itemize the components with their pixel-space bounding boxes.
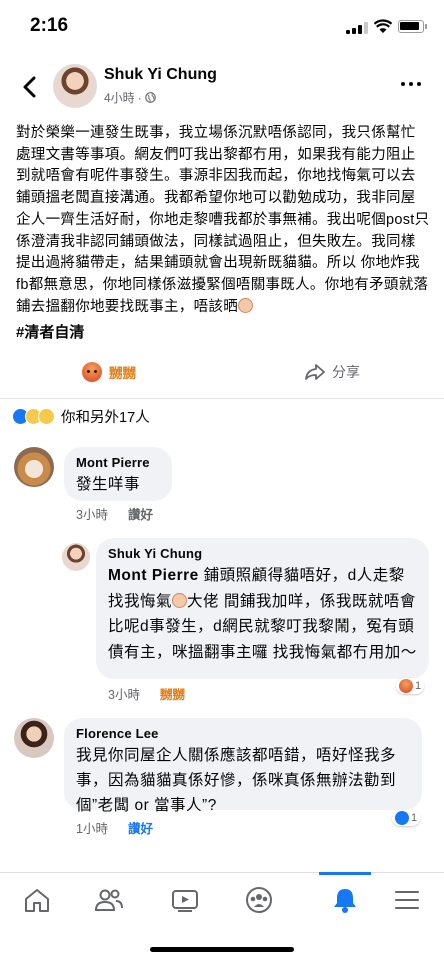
post-meta: 4小時 · xyxy=(104,89,156,106)
commenter-avatar[interactable] xyxy=(14,718,54,758)
angry-reaction-button[interactable]: 嬲嬲 xyxy=(82,362,136,382)
back-button[interactable] xyxy=(14,72,44,102)
reply-bubble: Shuk Yi Chung Mont Pierre 鋪頭照顧得貓唔好，d人走黎找… xyxy=(96,538,429,679)
comment-bubble: Mont Pierre 發生咩事 xyxy=(64,447,172,501)
angry-reaction-icon xyxy=(399,679,413,693)
groups-icon[interactable] xyxy=(241,885,277,915)
friends-icon[interactable] xyxy=(91,885,127,915)
commenter-avatar[interactable] xyxy=(14,447,54,487)
comment-meta: 1小時 讚好 xyxy=(76,818,153,837)
post-body-text: 對於榮樂一連發生既事，我立場係沉默唔係認同，我只係幫忙處理文書等事項。網友們叮我… xyxy=(16,125,430,315)
reply-reaction-count: 1 xyxy=(415,680,422,692)
angry-label: 嬲嬲 xyxy=(109,366,136,381)
like-reaction-icon xyxy=(395,811,409,825)
share-arrow-icon xyxy=(305,364,325,380)
meta-separator: · xyxy=(137,90,142,105)
like-comment-button[interactable]: 讚好 xyxy=(128,818,153,837)
comment-reaction-badge[interactable]: 1 xyxy=(392,810,421,826)
comment-text: 我見你同屋企人關係應該都唔錯，唔好怪我多事，因為貓貓真係好慘，係咪真係無辦法勸到… xyxy=(76,747,397,814)
cellular-signal-icon xyxy=(346,22,368,34)
like-comment-button[interactable]: 讚好 xyxy=(128,504,153,523)
angry-face-icon xyxy=(82,362,102,382)
hashtag-link[interactable]: #清者自清 xyxy=(16,321,84,342)
comment-bubble: Florence Lee 我見你同屋企人關係應該都唔錯，唔好怪我多事，因為貓貓真… xyxy=(64,718,422,814)
home-icon[interactable] xyxy=(19,885,55,915)
more-options-button[interactable] xyxy=(394,72,428,96)
comment-text: 發生咩事 xyxy=(76,476,141,493)
menu-icon[interactable] xyxy=(389,885,425,915)
battery-icon xyxy=(398,20,427,33)
reply-reaction-badge[interactable]: 1 xyxy=(396,678,425,694)
woman-emoji-icon xyxy=(238,297,253,313)
comment-meta: 3小時 讚好 xyxy=(76,504,153,523)
status-bar: 2:16 xyxy=(0,0,444,52)
post-time[interactable]: 4小時 xyxy=(104,89,135,106)
reaction-summary-text: 你和另外17人 xyxy=(61,410,150,426)
active-tab-indicator xyxy=(319,872,371,875)
post-body: 對於榮樂一連發生既事，我立場係沉默唔係認同，我只係幫忙處理文書等事項。網友們叮我… xyxy=(16,123,430,318)
author-avatar[interactable] xyxy=(53,64,97,108)
notifications-icon[interactable] xyxy=(327,885,363,915)
reply-author[interactable]: Shuk Yi Chung xyxy=(108,546,417,561)
status-time: 2:16 xyxy=(30,15,69,36)
mention-link[interactable]: Mont Pierre xyxy=(108,567,199,584)
sad-icon xyxy=(38,408,55,425)
reply-text: Mont Pierre 鋪頭照顧得貓唔好，d人走黎找我悔氣 大佬 間鋪我加咩，係我… xyxy=(108,563,417,665)
share-button[interactable]: 分享 xyxy=(304,362,360,382)
home-indicator xyxy=(150,947,294,952)
author-name[interactable]: Shuk Yi Chung xyxy=(104,66,217,84)
reaction-summary[interactable]: 你和另外17人 xyxy=(12,406,150,427)
chevron-left-icon xyxy=(23,76,36,98)
reply-reaction-button[interactable]: 嬲嬲 xyxy=(160,684,185,703)
reply-meta: 3小時 嬲嬲 xyxy=(108,684,185,703)
comment-time: 1小時 xyxy=(76,822,108,836)
globe-icon xyxy=(144,92,156,103)
post-action-bar: 嬲嬲 分享 xyxy=(0,356,444,394)
comment-reaction-count: 1 xyxy=(411,812,418,824)
watch-icon[interactable] xyxy=(167,885,203,915)
comment-author[interactable]: Florence Lee xyxy=(76,726,410,741)
woman-emoji-icon xyxy=(172,592,188,608)
reply-avatar[interactable] xyxy=(62,543,90,571)
post-header: Shuk Yi Chung 4小時 · xyxy=(0,58,444,116)
reply-time: 3小時 xyxy=(108,688,140,702)
comment-author[interactable]: Mont Pierre xyxy=(76,455,160,470)
comment-time: 3小時 xyxy=(76,508,108,522)
divider xyxy=(0,398,444,399)
share-label: 分享 xyxy=(332,364,360,380)
wifi-icon xyxy=(374,19,392,33)
